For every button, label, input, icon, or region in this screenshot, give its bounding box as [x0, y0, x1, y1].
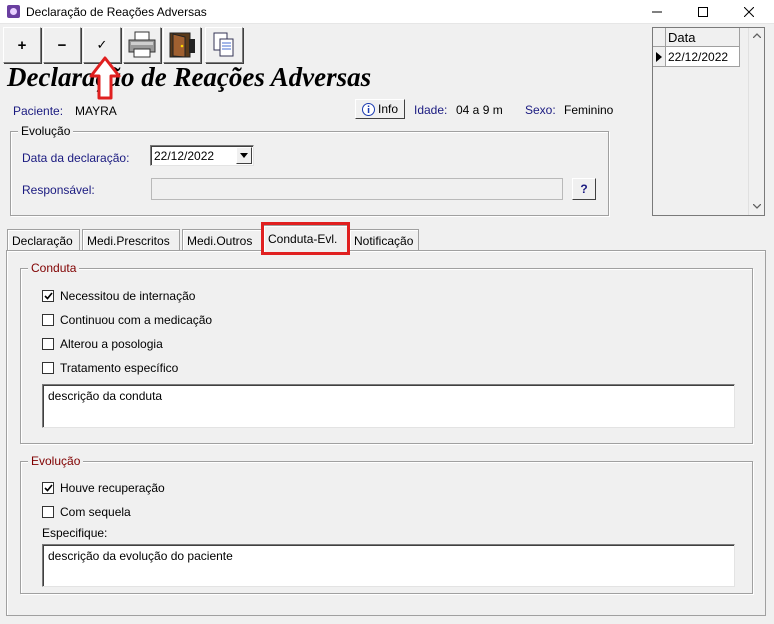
sex-value: Feminino — [564, 103, 614, 117]
scroll-up-icon[interactable] — [753, 33, 761, 38]
grid-header-data[interactable]: Data — [666, 28, 740, 47]
exit-button[interactable] — [163, 27, 201, 63]
checkbox-internacao-box[interactable] — [42, 290, 54, 302]
tab-medi-prescritos[interactable]: Medi.Prescritos — [82, 229, 180, 250]
tab-highlight-annotation — [261, 222, 350, 255]
up-arrow-annotation-icon — [89, 56, 121, 100]
conduta-memo-text: descrição da conduta — [48, 389, 163, 403]
checkbox-continuou-medicacao[interactable]: Continuou com a medicação — [42, 313, 212, 327]
check-icon: ✓ — [96, 37, 108, 52]
checkbox-tratamento-especifico[interactable]: Tratamento específico — [42, 361, 178, 375]
checkbox-alterou-box[interactable] — [42, 338, 54, 350]
age-label: Idade: — [414, 103, 448, 117]
responsavel-label: Responsável: — [22, 183, 95, 197]
checkbox-alterou-posologia[interactable]: Alterou a posologia — [42, 337, 163, 351]
date-label: Data da declaração: — [22, 151, 130, 165]
checkbox-sequela-box[interactable] — [42, 506, 54, 518]
row-indicator — [653, 47, 666, 67]
evolucao-header-legend: Evolução — [18, 124, 74, 138]
info-button[interactable]: Info — [355, 99, 405, 119]
window-title: Declaração de Reações Adversas — [26, 5, 207, 19]
especifique-label: Especifique: — [42, 526, 108, 540]
checkbox-label: Alterou a posologia — [60, 337, 163, 351]
minus-icon: − — [57, 36, 67, 54]
page-title: Declaração de Reações Adversas — [7, 62, 372, 92]
chevron-down-icon — [240, 153, 248, 158]
patient-label: Paciente: — [13, 104, 64, 118]
date-dropdown-button[interactable] — [236, 147, 252, 164]
checkbox-tratamento-box[interactable] — [42, 362, 54, 374]
checkbox-recuperacao-box[interactable] — [42, 482, 54, 494]
patient-name: MAYRA — [75, 104, 117, 118]
evolucao-legend: Evolução — [28, 454, 84, 468]
age-value: 04 a 9 m — [456, 103, 503, 117]
minimize-icon — [652, 11, 662, 13]
copy-documents-icon — [213, 32, 234, 57]
checkbox-label: Houve recuperação — [60, 481, 165, 495]
remove-button[interactable]: − — [43, 27, 81, 63]
grid-scrollbar[interactable] — [748, 28, 764, 215]
info-icon — [361, 102, 375, 116]
tab-declaracao[interactable]: Declaração — [7, 229, 80, 250]
checkbox-houve-recuperacao[interactable]: Houve recuperação — [42, 481, 165, 495]
evolucao-memo[interactable]: descrição da evolução do paciente — [42, 544, 735, 587]
date-field-value: 22/12/2022 — [154, 149, 215, 163]
printer-icon — [128, 31, 156, 58]
door-exit-icon — [169, 32, 195, 58]
title-bar: Declaração de Reações Adversas — [0, 0, 774, 24]
question-icon: ? — [580, 182, 588, 196]
check-icon — [43, 484, 53, 492]
checkbox-label: Continuou com a medicação — [60, 313, 213, 327]
tab-label: Notificação — [354, 234, 414, 248]
maximize-icon — [698, 7, 708, 17]
conduta-legend: Conduta — [28, 261, 80, 275]
tab-label: Medi.Prescritos — [87, 234, 170, 248]
add-button[interactable]: + — [3, 27, 41, 63]
scroll-down-icon[interactable] — [753, 204, 761, 209]
copy-button[interactable] — [205, 27, 243, 63]
date-field[interactable]: 22/12/2022 — [150, 145, 254, 166]
responsavel-field[interactable] — [151, 178, 563, 200]
checkbox-com-sequela[interactable]: Com sequela — [42, 505, 131, 519]
help-button[interactable]: ? — [572, 178, 596, 200]
tab-medi-outros[interactable]: Medi.Outros — [182, 229, 262, 250]
grid-corner — [653, 28, 666, 47]
checkbox-label: Com sequela — [60, 505, 131, 519]
tab-label: Medi.Outros — [187, 234, 253, 248]
tab-label: Declaração — [12, 234, 73, 248]
evolucao-header-group — [10, 131, 609, 216]
add-icon: + — [17, 36, 27, 54]
grid-row-date[interactable]: 22/12/2022 — [666, 47, 740, 67]
app-icon — [7, 5, 20, 18]
row-pointer-icon — [656, 51, 662, 62]
dates-grid[interactable]: Data 22/12/2022 — [652, 27, 765, 216]
sex-label: Sexo: — [525, 103, 556, 117]
close-icon — [744, 7, 754, 17]
checkbox-internacao[interactable]: Necessitou de internação — [42, 289, 195, 303]
evolucao-memo-text: descrição da evolução do paciente — [48, 549, 233, 563]
tab-notificacao[interactable]: Notificação — [349, 229, 419, 250]
maximize-button[interactable] — [680, 0, 726, 24]
close-button[interactable] — [726, 0, 772, 24]
checkbox-label: Tratamento específico — [60, 361, 179, 375]
checkbox-label: Necessitou de internação — [60, 289, 196, 303]
print-button[interactable] — [123, 27, 161, 63]
minimize-button[interactable] — [634, 0, 680, 24]
checkbox-continuou-box[interactable] — [42, 314, 54, 326]
conduta-memo[interactable]: descrição da conduta — [42, 384, 735, 428]
info-button-label: Info — [377, 102, 398, 116]
check-icon — [43, 292, 53, 300]
